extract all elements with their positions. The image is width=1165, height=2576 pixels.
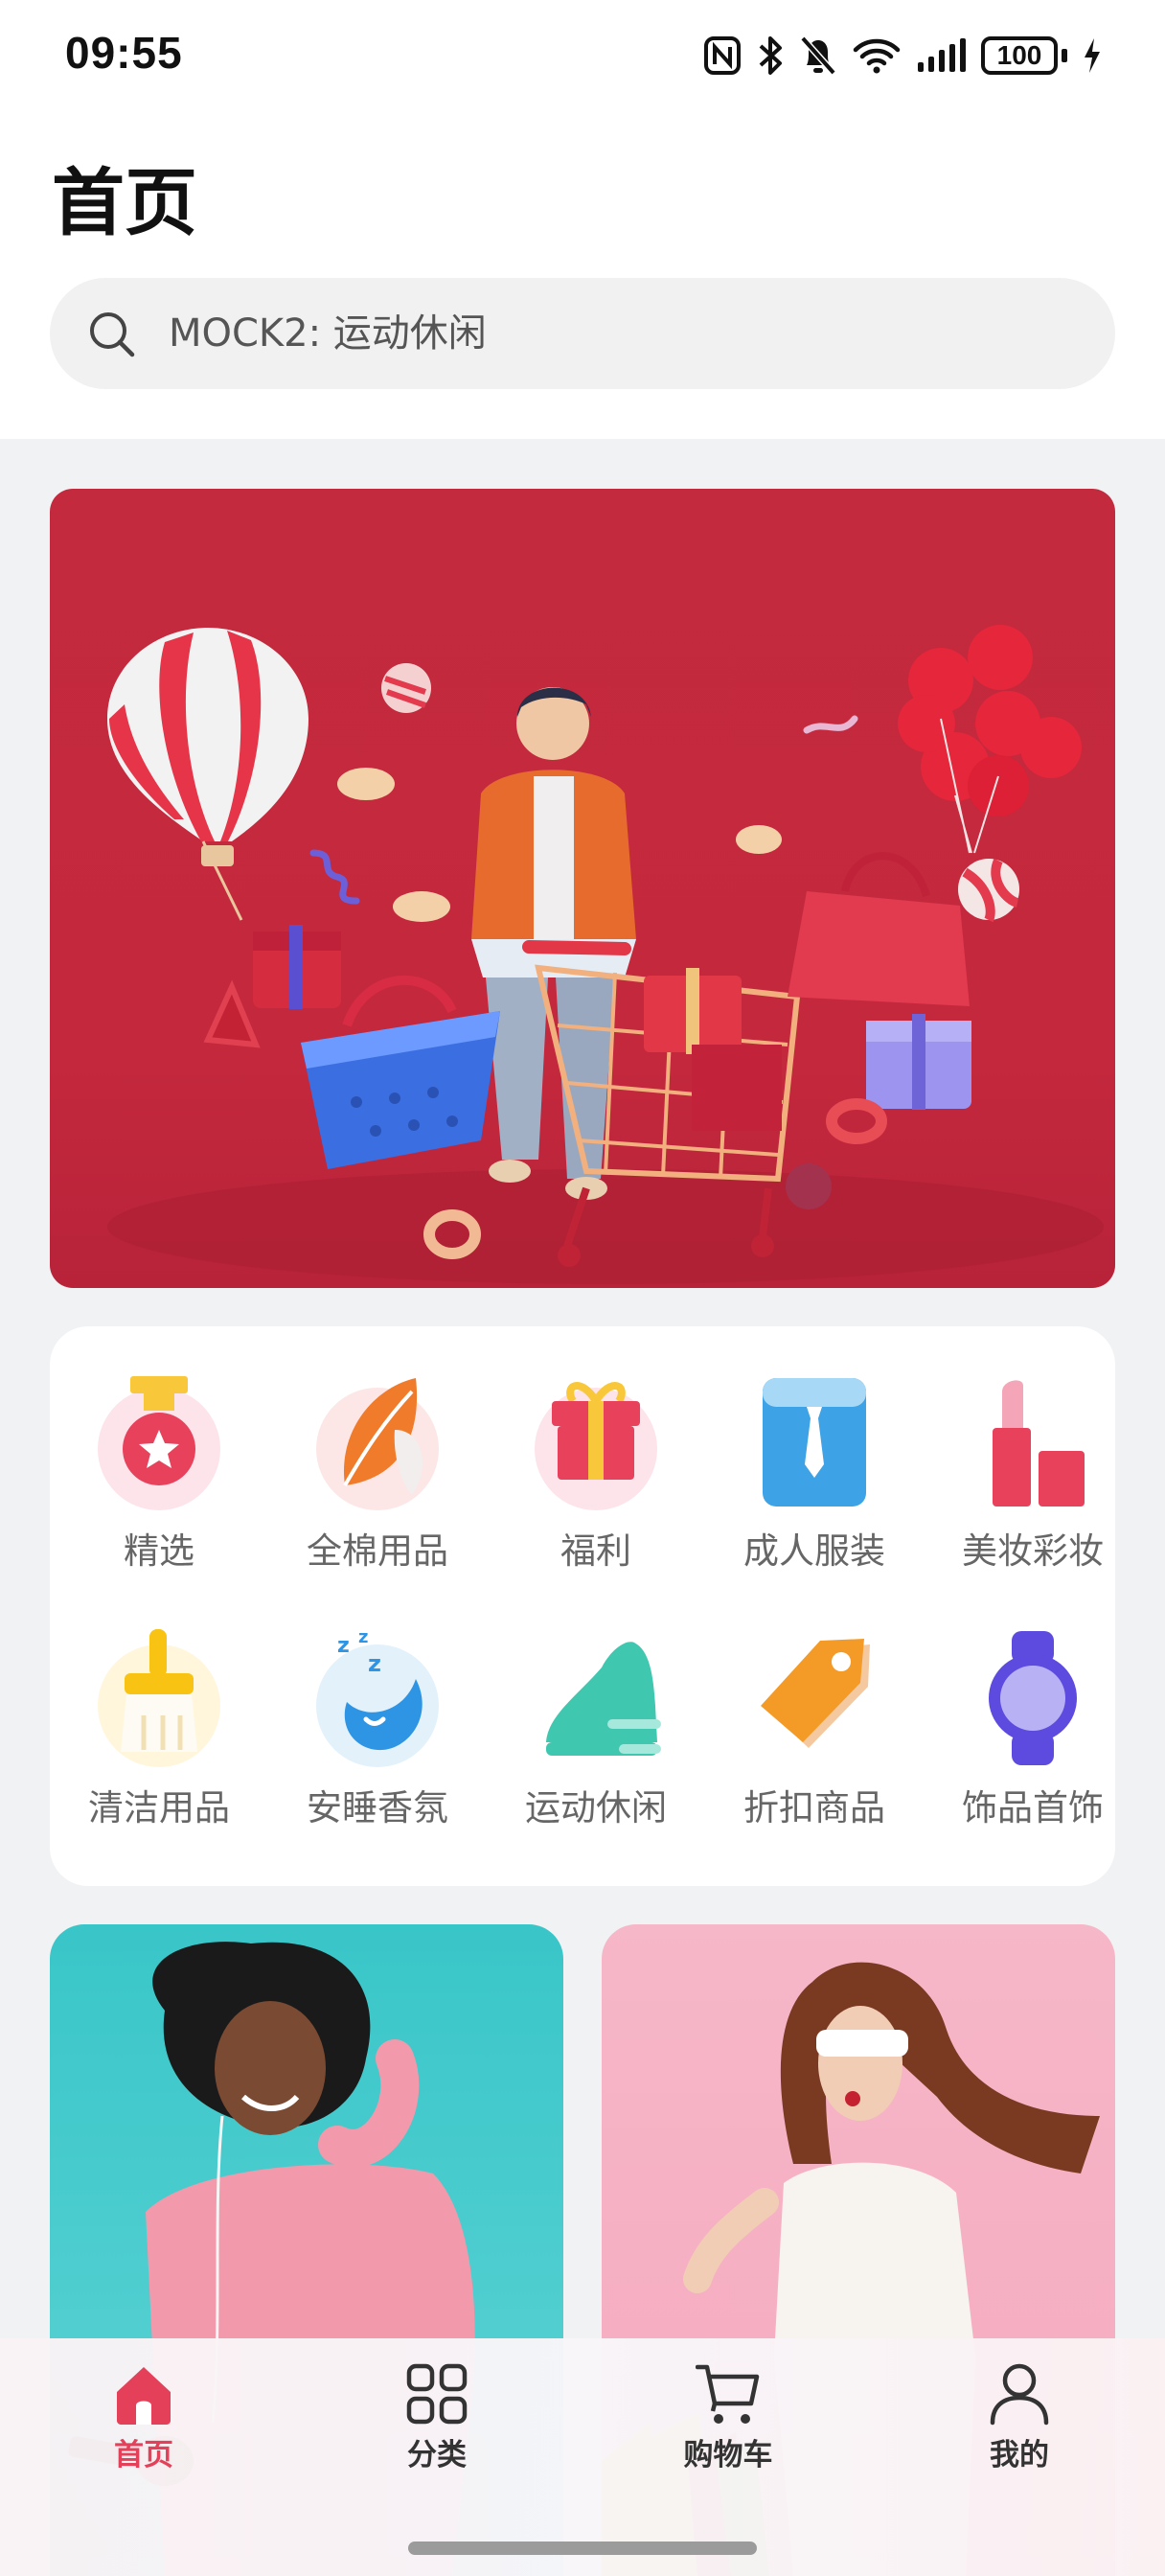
grid-icon: [406, 2363, 468, 2425]
category-item-makeup[interactable]: 美妆彩妆: [937, 1372, 1129, 1602]
category-item-featured[interactable]: 精选: [63, 1372, 255, 1602]
category-label: 饰品首饰: [962, 1787, 1104, 1828]
balloon-bunch-icon: [898, 625, 1082, 854]
person-icon: [990, 2363, 1049, 2426]
medal-icon: [98, 1376, 220, 1510]
hero-banner[interactable]: [50, 489, 1115, 1288]
sleep-moon-icon: z z z: [316, 1629, 439, 1767]
bell-muted-icon: [800, 35, 836, 76]
lipstick-icon: [993, 1380, 1085, 1506]
status-time: 09:55: [65, 28, 183, 78]
home-icon: [117, 2367, 171, 2425]
page-title: 首页: [52, 160, 197, 245]
category-label: 运动休闲: [525, 1787, 667, 1828]
category-item-sleep-fragrance[interactable]: z z z 安睡香氛: [282, 1629, 473, 1859]
battery-icon: 100: [981, 36, 1067, 75]
category-item-sportswear[interactable]: 运动休闲: [500, 1629, 692, 1859]
shirt-tie-icon: [763, 1378, 866, 1506]
tab-category[interactable]: 分类: [341, 2361, 533, 2486]
tab-label: 首页: [114, 2438, 173, 2472]
price-tag-icon: [761, 1639, 870, 1748]
category-label: 清洁用品: [88, 1787, 230, 1828]
hot-air-balloon-icon: [107, 628, 341, 1009]
category-label: 精选: [124, 1530, 194, 1572]
signal-icon: [918, 38, 966, 72]
home-indicator[interactable]: [408, 2542, 757, 2555]
search-icon: [90, 312, 135, 357]
svg-text:z: z: [358, 1629, 368, 1647]
tab-profile[interactable]: 我的: [924, 2361, 1115, 2486]
brush-icon: [98, 1629, 220, 1767]
tab-label: 购物车: [683, 2438, 773, 2472]
battery-level: 100: [981, 36, 1058, 75]
tab-cart[interactable]: 购物车: [632, 2361, 824, 2486]
status-icons: 100: [703, 33, 1102, 79]
gift-icon: [535, 1382, 657, 1510]
shopping-banner-illustration: [107, 625, 1104, 1284]
charging-icon: [1085, 38, 1100, 73]
category-label: 全棉用品: [307, 1530, 448, 1572]
wifi-icon: [853, 38, 901, 74]
category-item-jewelry[interactable]: 饰品首饰: [937, 1629, 1129, 1859]
bluetooth-icon: [759, 36, 782, 75]
category-item-benefits[interactable]: 福利: [500, 1372, 692, 1602]
bottom-tab-bar: 首页 分类 购物车 我的: [0, 2338, 1165, 2576]
category-item-adult-clothing[interactable]: 成人服装: [719, 1372, 910, 1602]
search-placeholder: MOCK2: 运动休闲: [169, 311, 487, 356]
category-label: 安睡香氛: [307, 1787, 448, 1828]
basket-illustration: [301, 976, 500, 1169]
tab-home[interactable]: 首页: [48, 2361, 240, 2486]
status-bar: 09:55 100: [0, 0, 1165, 115]
cart-icon: [696, 2364, 760, 2424]
category-item-cotton[interactable]: 全棉用品: [282, 1372, 473, 1602]
category-label: 福利: [560, 1530, 631, 1572]
category-item-cleaning[interactable]: 清洁用品: [63, 1629, 255, 1859]
svg-text:z: z: [368, 1650, 381, 1677]
search-input[interactable]: MOCK2: 运动休闲: [50, 278, 1115, 389]
svg-text:z: z: [337, 1634, 350, 1658]
tab-label: 我的: [990, 2438, 1049, 2472]
category-grid: 精选 全棉用品 福利 成人服装 美妆彩妆 清洁用品 z z z 安睡香氛 运动休…: [50, 1326, 1115, 1886]
leaf-icon: [316, 1378, 439, 1510]
category-item-discount[interactable]: 折扣商品: [719, 1629, 910, 1859]
tab-label: 分类: [407, 2438, 467, 2472]
category-label: 美妆彩妆: [962, 1530, 1104, 1572]
nfc-icon: [704, 36, 741, 75]
sneaker-icon: [546, 1642, 661, 1756]
watch-icon: [989, 1631, 1077, 1765]
category-label: 成人服装: [743, 1530, 885, 1572]
category-label: 折扣商品: [743, 1787, 885, 1828]
